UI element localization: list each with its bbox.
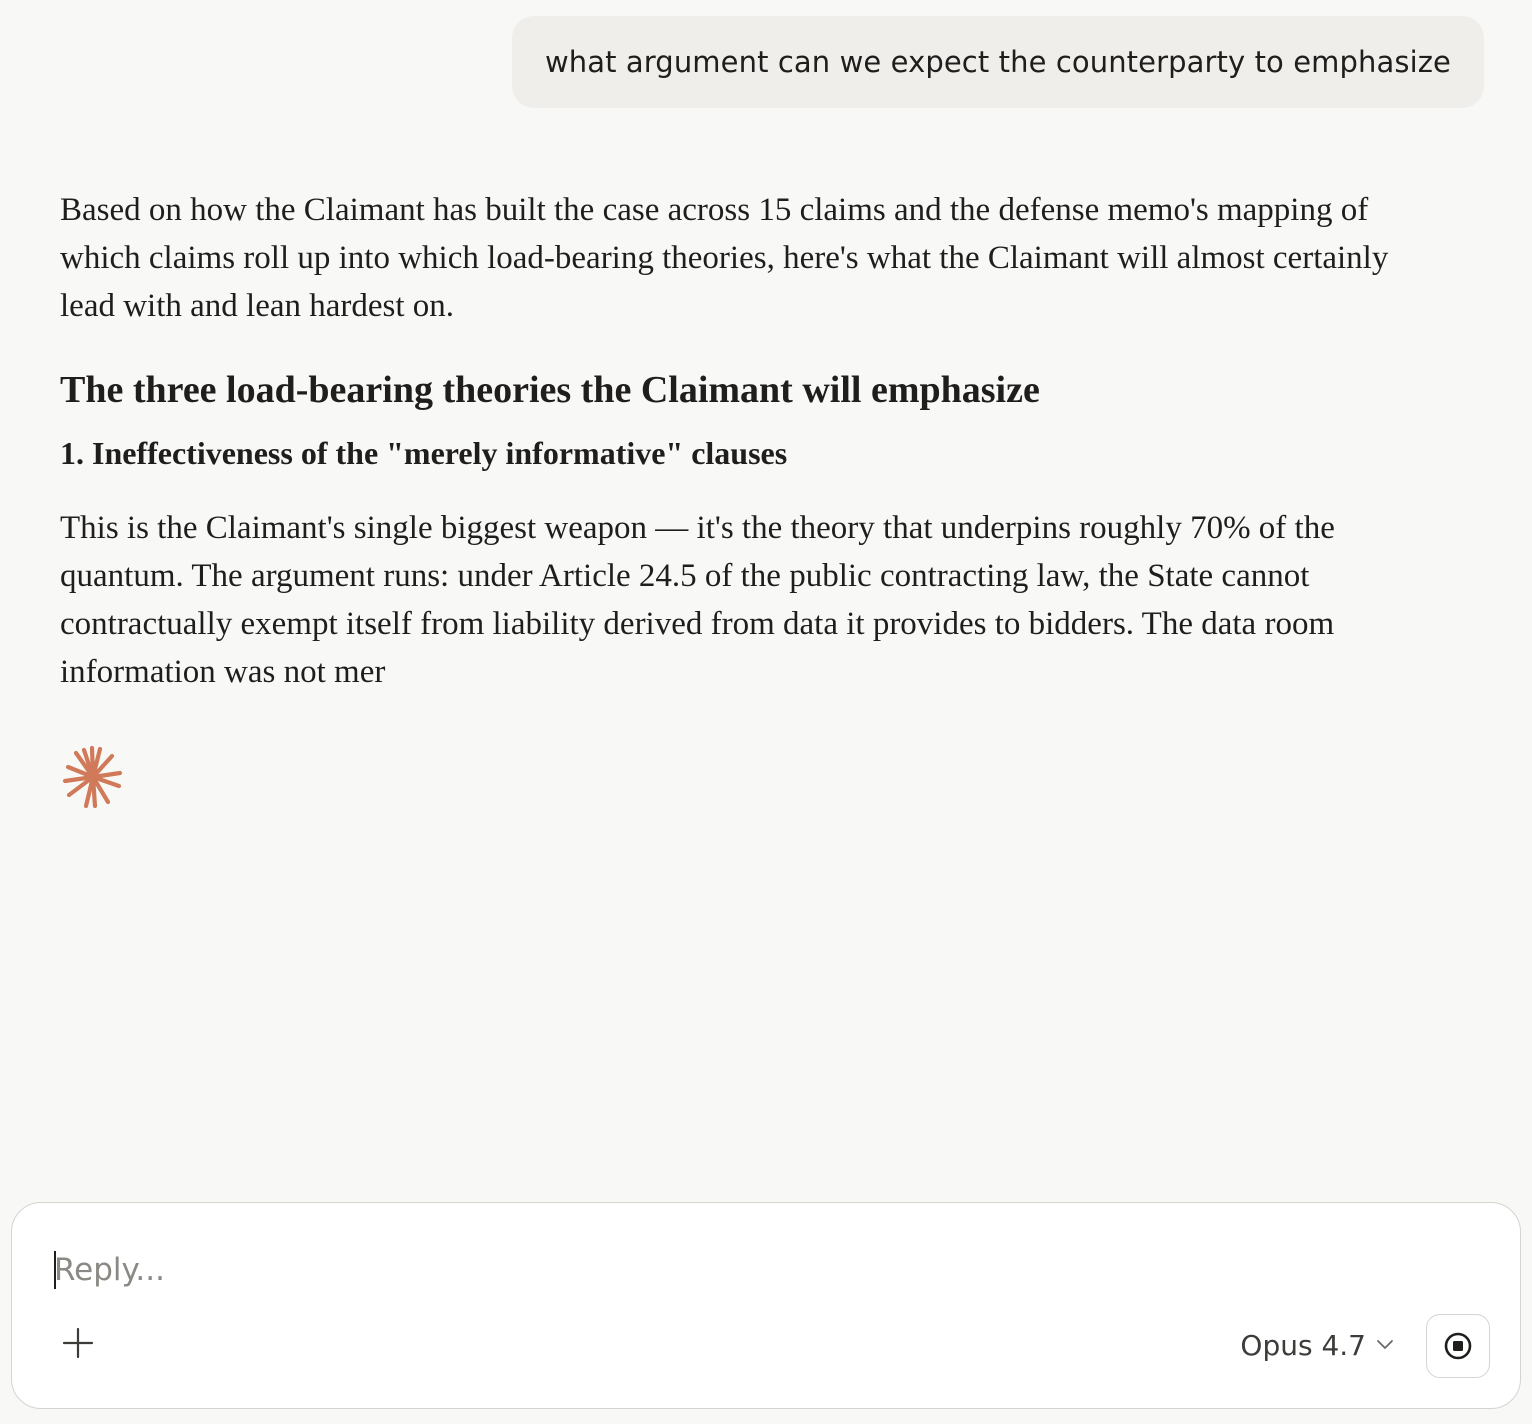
text-caret — [54, 1251, 56, 1289]
response-subheading: 1. Ineffectiveness of the "merely inform… — [60, 435, 788, 471]
reply-input[interactable] — [54, 1247, 1454, 1293]
user-message-text: what argument can we expect the counterp… — [544, 45, 1451, 79]
response-heading: The three load-bearing theories the Clai… — [60, 369, 1040, 411]
model-selector[interactable]: Opus 4.7 — [1240, 1321, 1394, 1369]
response-body: This is the Claimant's single biggest we… — [60, 510, 1335, 690]
response-intro: Based on how the Claimant has built the … — [60, 192, 1389, 324]
assistant-response: Based on how the Claimant has built the … — [60, 186, 1440, 696]
composer: Opus 4.7 — [11, 1202, 1521, 1409]
stop-icon — [1444, 1332, 1472, 1360]
add-button[interactable] — [56, 1321, 100, 1365]
sparkle-spinner-icon — [62, 745, 124, 809]
stop-button[interactable] — [1426, 1314, 1490, 1378]
plus-icon — [62, 1327, 94, 1359]
user-message-bubble: what argument can we expect the counterp… — [511, 16, 1484, 108]
chevron-down-icon — [1377, 1340, 1393, 1349]
model-label: Opus 4.7 — [1240, 1328, 1366, 1362]
